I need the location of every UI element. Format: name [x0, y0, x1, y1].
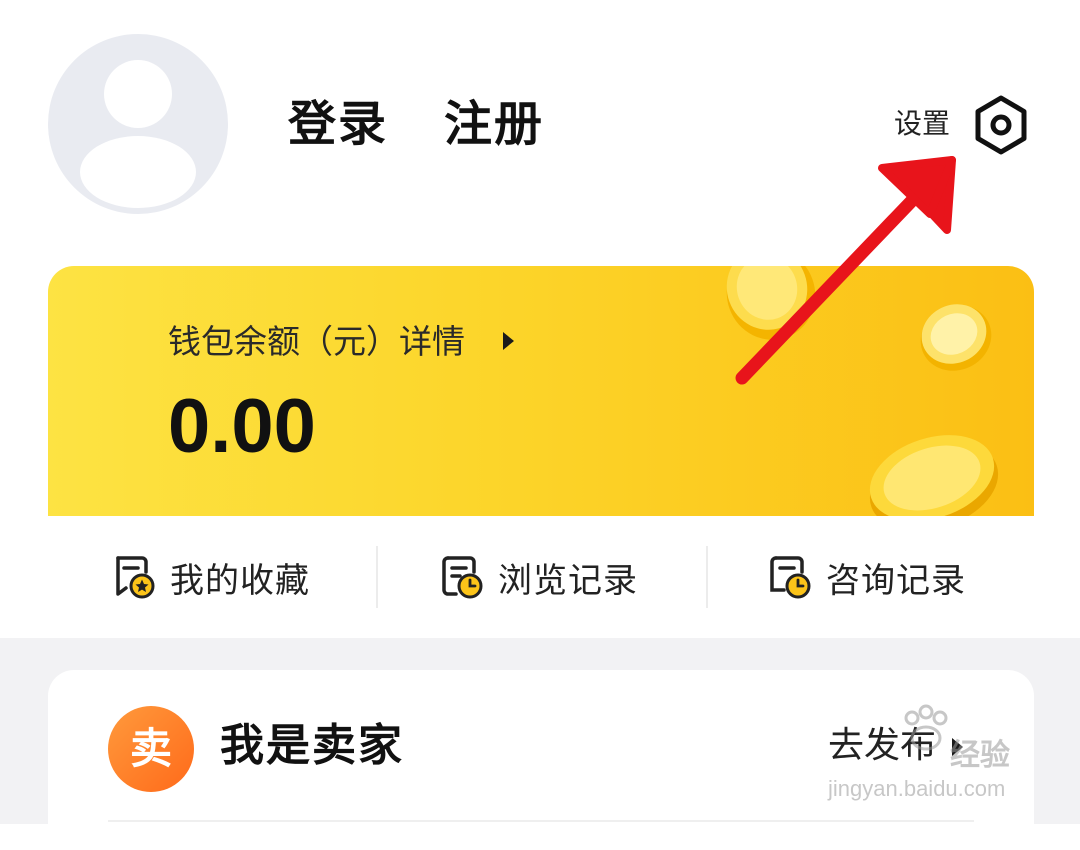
settings-label[interactable]: 设置 [894, 106, 950, 142]
register-link[interactable]: 注册 [444, 96, 544, 152]
login-link[interactable]: 登录 [288, 96, 388, 152]
consult-history-label: 咨询记录 [826, 560, 966, 601]
divider [706, 546, 708, 608]
watermark-brand: 经验 [950, 738, 1010, 773]
coin-icon [726, 266, 816, 340]
favorites-doc-star-icon [116, 556, 155, 599]
chevron-right-icon [503, 332, 514, 350]
divider [108, 820, 974, 822]
paw-logo-icon [904, 704, 948, 751]
watermark: 经验 jingyan.baidu.com [828, 704, 1040, 810]
divider [376, 546, 378, 608]
quick-actions-bar: 我的收藏 浏览记录 咨询记录 [0, 516, 1080, 638]
browse-history-label: 浏览记录 [498, 560, 638, 601]
avatar[interactable] [48, 34, 228, 214]
default-user-avatar-icon [80, 60, 196, 208]
watermark-domain: jingyan.baidu.com [828, 776, 1006, 801]
wallet-balance-amount: 0.00 [168, 384, 316, 469]
favorites-button[interactable]: 我的收藏 [112, 516, 310, 638]
browse-history-button[interactable]: 浏览记录 [440, 516, 638, 638]
consult-history-button[interactable]: 咨询记录 [768, 516, 966, 638]
history-doc-clock-icon [442, 556, 483, 599]
wallet-balance-label[interactable]: 钱包余额（元）详情 [168, 322, 465, 362]
consult-doc-clock-icon [770, 556, 811, 599]
settings-icon[interactable] [970, 94, 1032, 156]
coin-icon [920, 304, 992, 371]
seller-title: 我是卖家 [220, 720, 404, 771]
favorites-label: 我的收藏 [170, 560, 310, 601]
seller-badge-icon: 卖 [108, 706, 194, 792]
